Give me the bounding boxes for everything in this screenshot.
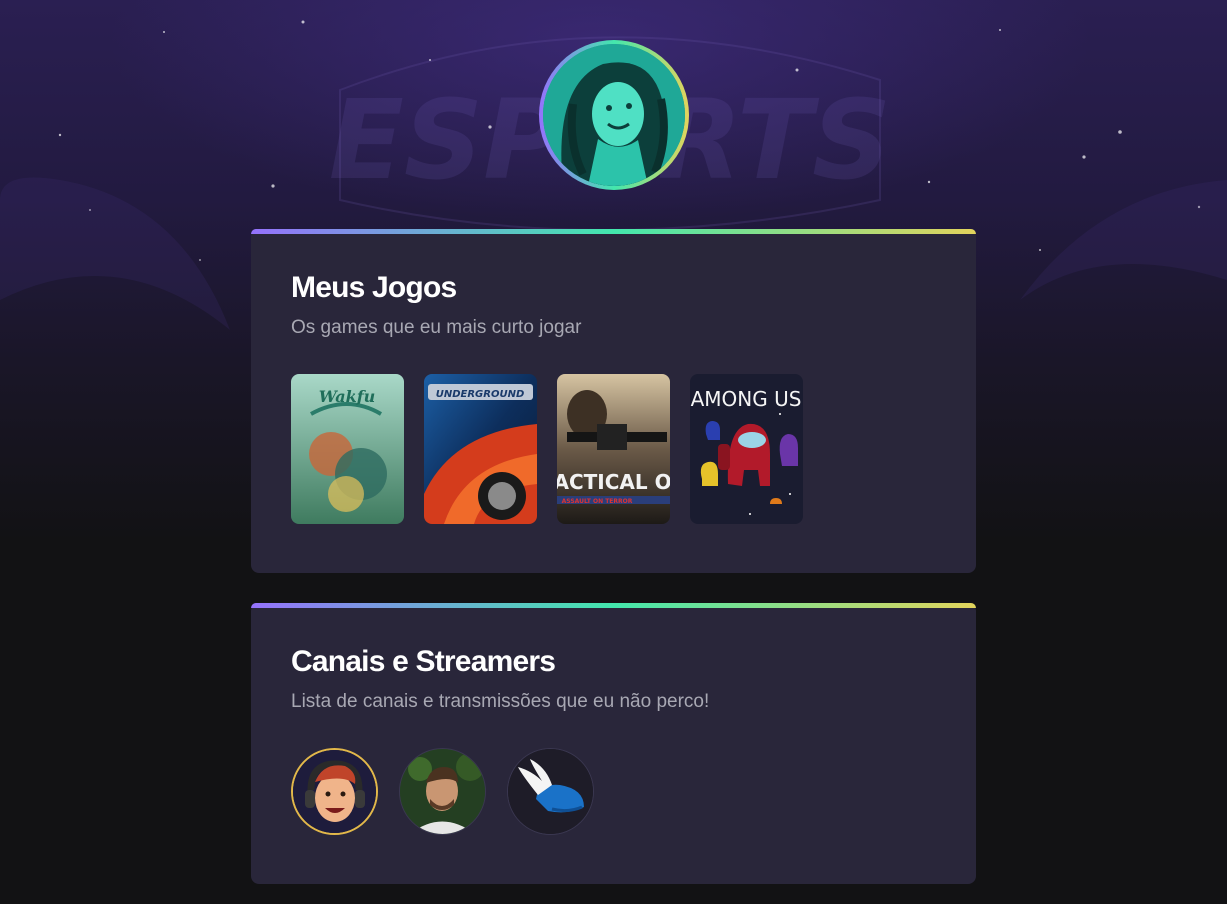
svg-text:TACTICAL OPS: TACTICAL OPS bbox=[557, 470, 670, 494]
streamer-avatar-2[interactable] bbox=[399, 748, 486, 835]
profile-photo-illustration bbox=[543, 44, 685, 186]
games-title: Meus Jogos bbox=[291, 271, 457, 304]
games-list: Wakfu UNDERGROUND TACTICAL OPS bbox=[291, 374, 803, 524]
streamers-title: Canais e Streamers bbox=[291, 645, 556, 678]
profile-photo bbox=[543, 44, 685, 186]
streamer-avatar-3[interactable] bbox=[507, 748, 594, 835]
game-cover-wakfu[interactable]: Wakfu bbox=[291, 374, 404, 524]
svg-text:ASSAULT ON TERROR: ASSAULT ON TERROR bbox=[562, 498, 633, 505]
games-subtitle: Os games que eu mais curto jogar bbox=[291, 317, 582, 338]
streamers-card: Canais e Streamers Lista de canais e tra… bbox=[251, 603, 976, 884]
svg-text:Wakfu: Wakfu bbox=[319, 387, 376, 406]
game-cover-among-us[interactable]: AMONG US bbox=[690, 374, 803, 524]
svg-text:UNDERGROUND: UNDERGROUND bbox=[436, 389, 525, 400]
games-card: Meus Jogos Os games que eu mais curto jo… bbox=[251, 229, 976, 573]
svg-text:AMONG US: AMONG US bbox=[691, 387, 802, 411]
streamers-subtitle: Lista de canais e transmissões que eu nã… bbox=[291, 691, 710, 712]
streamers-list bbox=[291, 748, 594, 835]
profile-avatar bbox=[539, 40, 689, 190]
game-cover-tactical-ops[interactable]: TACTICAL OPS ASSAULT ON TERROR bbox=[557, 374, 670, 524]
game-cover-nfs-underground[interactable]: UNDERGROUND bbox=[424, 374, 537, 524]
streamer-avatar-1[interactable] bbox=[291, 748, 378, 835]
